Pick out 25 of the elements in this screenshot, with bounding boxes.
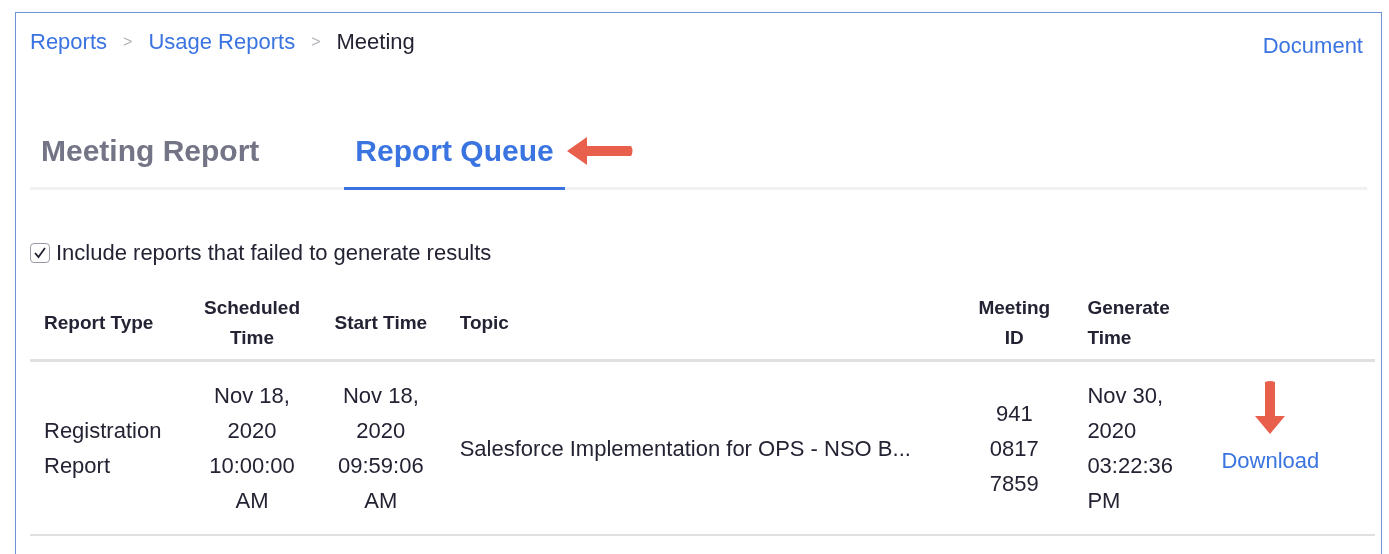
column-header: Report Type <box>30 287 188 361</box>
table-cell: Salesforce Implementation for OPS - NSO B... <box>445 360 956 535</box>
table-cell: Nov 18, 2020 10:00:00 AM <box>188 360 316 535</box>
document-link[interactable]: Document <box>1262 29 1363 62</box>
tab[interactable]: Report Queue <box>344 128 565 190</box>
breadcrumb-current: Meeting <box>336 28 415 56</box>
column-header: Meeting ID <box>955 287 1074 361</box>
column-header: Start Time <box>316 287 446 361</box>
column-header: Generate Time <box>1073 287 1202 361</box>
breadcrumb-separator: > <box>123 31 133 52</box>
checkmark-icon <box>33 245 47 260</box>
table-cell: 941 0817 7859 <box>955 360 1074 535</box>
tab[interactable]: Meeting Report <box>30 128 271 190</box>
arrow-icon <box>1253 379 1288 436</box>
column-header: Topic <box>445 287 956 361</box>
table-cell: Nov 18, 2020 09:59:06 AM <box>316 360 446 535</box>
breadcrumb-link[interactable]: Usage Reports <box>148 25 296 58</box>
download-link[interactable]: Download <box>1221 443 1320 477</box>
table-cell: Nov 30, 2020 03:22:36 PM <box>1073 360 1202 535</box>
table-cell: Registration Report <box>30 360 188 535</box>
breadcrumb-separator: > <box>311 31 321 52</box>
breadcrumb-link[interactable]: Reports <box>30 25 108 58</box>
include-failed-checkbox[interactable] <box>30 242 50 263</box>
column-header: Scheduled Time <box>188 287 316 361</box>
checkbox-label: Include reports that failed to generate results <box>56 239 492 267</box>
